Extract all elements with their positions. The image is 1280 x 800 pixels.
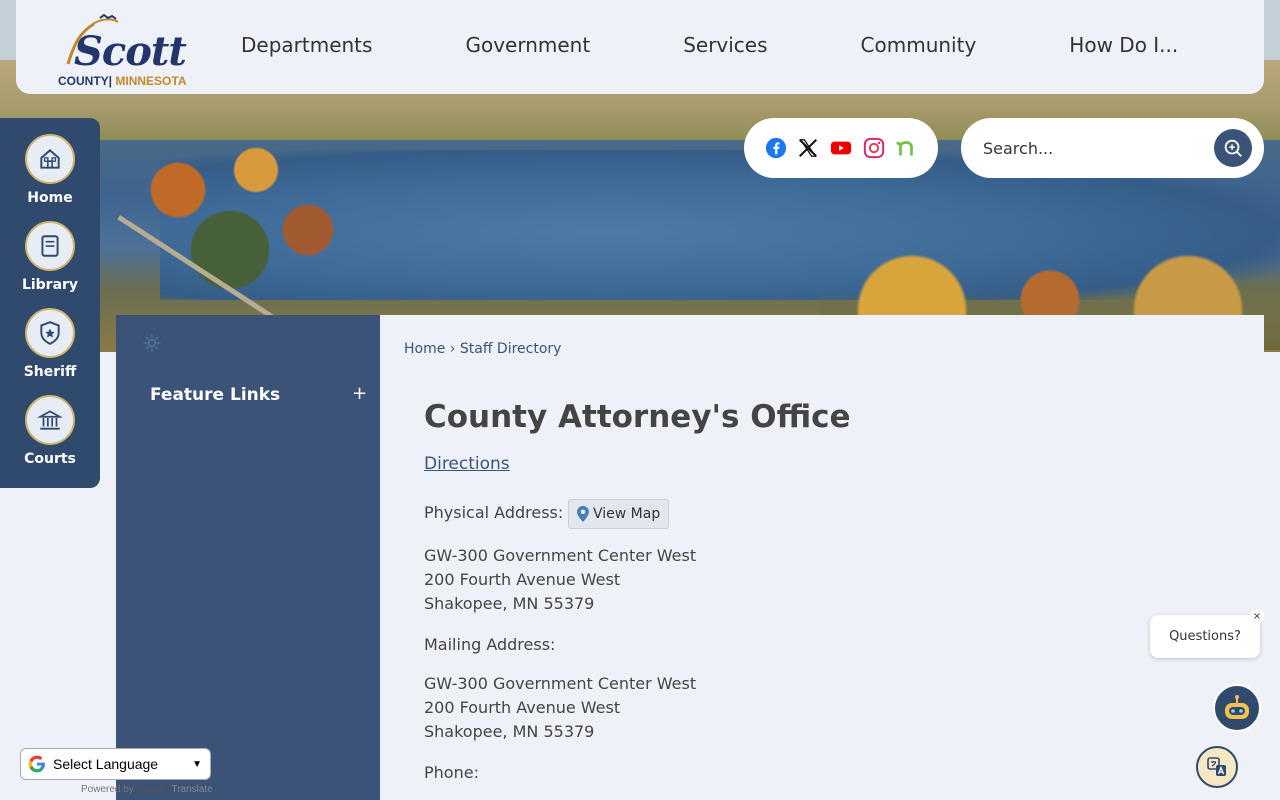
quick-link-label: Sheriff: [23, 364, 77, 380]
nextdoor-icon[interactable]: [893, 135, 919, 161]
breadcrumb-home[interactable]: Home: [404, 341, 445, 357]
quick-link-label: Home: [27, 190, 73, 206]
view-map-button[interactable]: View Map: [568, 499, 670, 529]
logo-wordmark: Scott: [74, 28, 187, 75]
breadcrumb-current[interactable]: Staff Directory: [460, 341, 562, 357]
nav-departments[interactable]: Departments: [241, 33, 372, 57]
directions-link[interactable]: Directions: [424, 454, 510, 474]
quick-link-label: Library: [21, 277, 79, 293]
address-line: 200 Fourth Avenue West: [424, 570, 621, 589]
physical-address-label: Physical Address:: [424, 503, 564, 522]
instagram-icon[interactable]: [861, 135, 887, 161]
powered-by-google: Powered by Google Translate: [81, 784, 213, 795]
language-select-label: Select Language: [53, 756, 159, 772]
phone-label: Phone:: [424, 763, 479, 782]
nav-government[interactable]: Government: [465, 33, 590, 57]
translate-button[interactable]: [1196, 746, 1238, 788]
search-icon: [1224, 139, 1242, 157]
expand-icon[interactable]: +: [352, 383, 367, 404]
map-pin-icon: [577, 506, 589, 522]
translate-link[interactable]: Translate: [171, 784, 212, 795]
nav-community[interactable]: Community: [861, 33, 977, 57]
address-line: GW-300 Government Center West: [424, 546, 697, 565]
quick-links: Home Library Sheriff Courts: [0, 118, 100, 488]
courthouse-icon: [25, 395, 75, 445]
side-panel: Feature Links +: [116, 315, 380, 800]
gear-icon[interactable]: [142, 333, 162, 358]
breadcrumb: Home › Staff Directory: [404, 341, 561, 357]
badge-icon: [25, 308, 75, 358]
quick-link-library[interactable]: Library: [0, 221, 100, 301]
chatbot-button[interactable]: [1213, 684, 1261, 732]
search-input[interactable]: [983, 134, 1203, 162]
scott-county-logo[interactable]: Scott COUNTY| MINNESOTA: [56, 8, 191, 90]
address-line: GW-300 Government Center West: [424, 674, 697, 693]
quick-link-label: Courts: [24, 451, 76, 467]
nav-services[interactable]: Services: [683, 33, 767, 57]
translate-icon: [1207, 757, 1226, 776]
breadcrumb-separator: ›: [449, 341, 456, 357]
physical-address: GW-300 Government Center West 200 Fourth…: [424, 544, 696, 616]
address-line: Shakopee, MN 55379: [424, 594, 595, 613]
logo-county: COUNTY| MINNESOTA: [58, 74, 187, 88]
x-icon[interactable]: [795, 135, 821, 161]
questions-label: Questions?: [1169, 629, 1241, 644]
view-map-label: View Map: [593, 506, 661, 522]
quick-link-home[interactable]: Home: [0, 134, 100, 214]
close-icon[interactable]: ×: [1250, 609, 1264, 623]
google-icon: [28, 755, 45, 773]
book-icon: [25, 221, 75, 271]
robot-icon: [1225, 695, 1249, 719]
chevron-down-icon: ▼: [192, 758, 202, 770]
youtube-icon[interactable]: [828, 135, 854, 161]
language-select[interactable]: Select Language ▼: [20, 748, 211, 780]
social-links: [744, 118, 938, 178]
main-content: Home › Staff Directory County Attorney's…: [380, 315, 1264, 800]
quick-link-sheriff[interactable]: Sheriff: [0, 308, 100, 388]
page-title: County Attorney's Office: [424, 399, 851, 435]
feature-links-heading[interactable]: Feature Links: [150, 385, 280, 405]
facebook-icon[interactable]: [763, 135, 789, 161]
search-button[interactable]: [1214, 129, 1252, 167]
search-box: [961, 118, 1264, 178]
nav-how-do-i[interactable]: How Do I...: [1069, 33, 1178, 57]
mailing-address-label: Mailing Address:: [424, 635, 556, 654]
address-line: Shakopee, MN 55379: [424, 722, 595, 741]
mailing-address: GW-300 Government Center West 200 Fourth…: [424, 672, 696, 744]
address-line: 200 Fourth Avenue West: [424, 698, 621, 717]
quick-link-courts[interactable]: Courts: [0, 395, 100, 475]
site-header: Scott COUNTY| MINNESOTA Departments Gove…: [16, 0, 1264, 94]
home-icon: [25, 134, 75, 184]
questions-bubble[interactable]: Questions?: [1150, 615, 1260, 658]
main-nav: Departments Government Services Communit…: [222, 0, 1178, 90]
